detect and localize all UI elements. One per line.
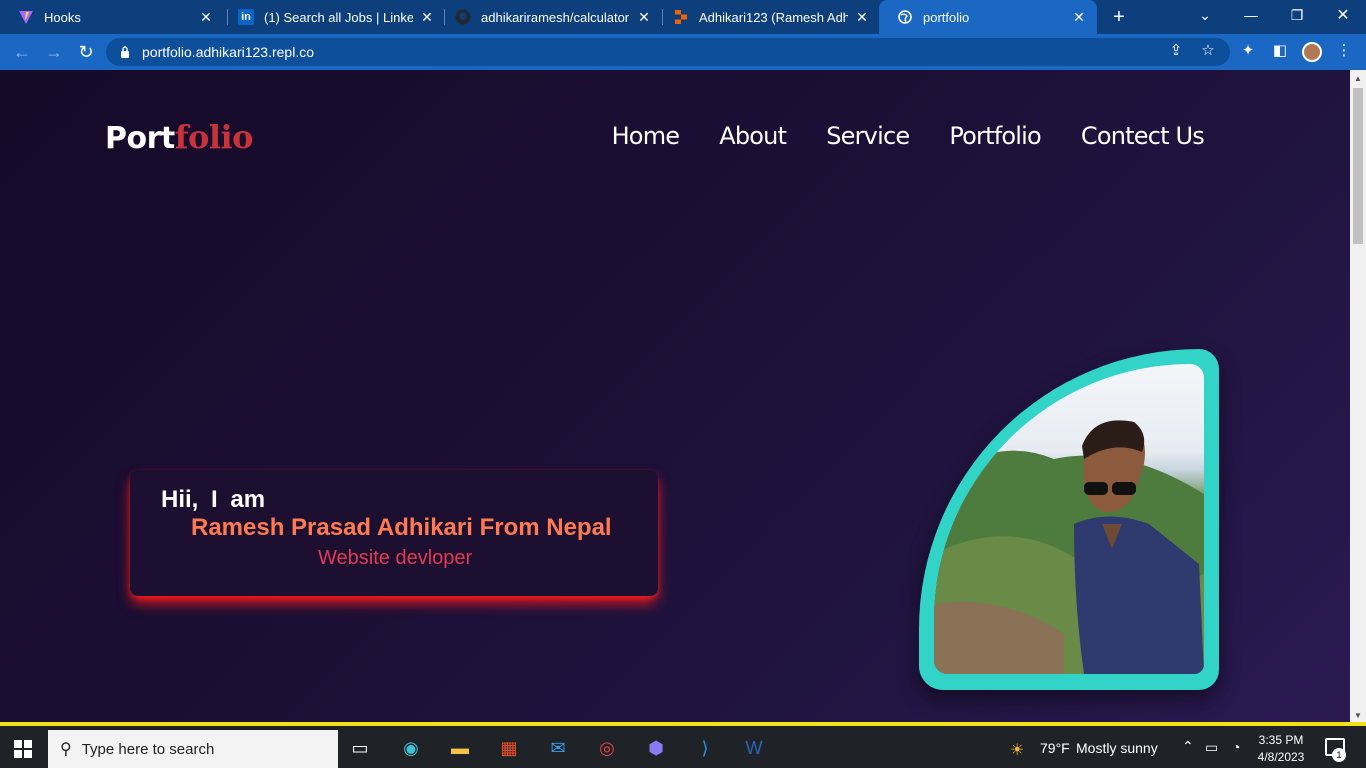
scroll-up-icon[interactable]: ▲ [1353,73,1363,83]
name-heading: Ramesh Prasad Adhikari From Nepal [191,514,612,541]
tab-title: Hooks [44,9,81,25]
taskbar-search-box[interactable]: ⚲ Type here to search [48,730,338,768]
close-window-icon[interactable]: ✕ [1320,0,1366,30]
minimize-icon[interactable]: — [1228,0,1274,30]
restore-icon[interactable]: ❐ [1274,0,1320,30]
globe-icon [897,9,913,25]
menu-kebab-icon[interactable]: ⋮ [1334,40,1354,60]
side-panel-icon[interactable]: ◧ [1270,40,1290,60]
tab-title: Adhikari123 (Ramesh Adhikari) [699,9,848,25]
notification-badge: 1 [1332,748,1346,762]
site-logo[interactable]: Portfolio [105,118,254,156]
github-icon [455,9,471,25]
tab-github[interactable]: adhikariramesh/calculator ✕ [437,0,662,34]
extensions-icon[interactable]: ✦ [1238,40,1258,60]
tray-chevron-icon[interactable]: ⌃ [1182,738,1194,755]
intro-card: Hii, I am Ramesh Prasad Adhikari From Ne… [130,470,658,596]
tab-title: adhikariramesh/calculator [481,9,630,25]
vscode-icon[interactable]: ⟩ [691,734,719,762]
profile-avatar[interactable] [1302,42,1322,62]
scroll-down-icon[interactable]: ▼ [1353,710,1363,720]
share-icon[interactable]: ⇪ [1166,40,1186,60]
close-tab-icon[interactable]: ✕ [854,9,870,25]
chrome-icon[interactable]: ◎ [593,734,621,762]
system-clock[interactable]: 3:35 PM 4/8/2023 [1250,732,1312,766]
weather-icon[interactable]: ☀ [1010,740,1024,760]
weather-temp[interactable]: 79°F [1040,740,1070,756]
tab-replit[interactable]: Adhikari123 (Ramesh Adhikari) ✕ [655,0,880,34]
task-view-icon[interactable]: ▭ [346,734,374,762]
search-icon: ⚲ [60,741,72,758]
url-text[interactable]: portfolio.adhikari123.repl.co [142,44,314,60]
new-tab-button[interactable]: + [1108,6,1130,28]
nav-portfolio[interactable]: Portfolio [949,122,1041,150]
clock-date: 4/8/2023 [1257,750,1305,764]
tab-hooks[interactable]: Hooks ✕ [0,0,224,34]
scrollbar-thumb[interactable] [1353,88,1363,244]
reload-icon[interactable]: ↻ [74,40,98,64]
role-text: Website devloper [318,547,473,569]
page-scrollbar[interactable]: ▲ ▼ [1350,70,1366,722]
logo-folio: folio [174,118,254,156]
address-bar[interactable]: portfolio.adhikari123.repl.co [106,38,1230,66]
nav-about[interactable]: About [719,122,787,150]
nav-contact[interactable]: Contect Us [1081,122,1205,150]
site-nav: Home About Service Portfolio Contect Us [612,122,1205,150]
wifi-icon[interactable]: ◔ [1232,739,1240,755]
profile-photo [934,364,1204,674]
close-tab-icon[interactable]: ✕ [1071,9,1087,25]
store-icon[interactable]: ▦ [495,734,523,762]
bookmark-star-icon[interactable]: ☆ [1198,40,1218,60]
close-tab-icon[interactable]: ✕ [419,9,435,25]
search-placeholder: Type here to search [81,740,215,758]
tab-linkedin[interactable]: in (1) Search all Jobs | LinkedIn ✕ [220,0,445,34]
tab-search-icon[interactable]: ⌄ [1182,0,1228,30]
word-icon[interactable]: W [740,734,768,762]
windows-start-icon[interactable] [14,740,32,758]
clock-time: 3:35 PM [1258,733,1304,747]
nav-home[interactable]: Home [612,122,680,150]
browser-tab-strip: Hooks ✕ in (1) Search all Jobs | LinkedI… [0,0,1366,34]
close-tab-icon[interactable]: ✕ [198,9,214,25]
logo-port: Port [105,121,175,156]
mail-icon[interactable]: ✉ [544,734,572,762]
browser-toolbar: ← → ↻ portfolio.adhikari123.repl.co ⇪ ☆ … [0,34,1366,70]
edge-icon[interactable]: ◉ [397,734,425,762]
copilot-icon[interactable]: ⬢ [642,734,670,762]
profile-photo-frame [919,349,1219,690]
tab-title: portfolio [923,9,970,25]
file-explorer-icon[interactable]: ▬ [446,734,474,762]
vite-icon [18,9,34,25]
back-icon[interactable]: ← [10,40,34,64]
greeting-text: Hii, I am [161,486,266,513]
forward-icon[interactable]: → [42,40,66,64]
replit-icon [673,9,689,25]
tab-portfolio[interactable]: portfolio ✕ [879,0,1097,34]
portfolio-page: Portfolio Home About Service Portfolio C… [0,70,1350,722]
weather-desc[interactable]: Mostly sunny [1076,740,1158,756]
battery-icon[interactable]: ▭ [1205,739,1218,756]
nav-service[interactable]: Service [826,122,910,150]
windows-taskbar: ⚲ Type here to search ▭ ◉ ▬ ▦ ✉ ◎ ⬢ ⟩ W … [0,722,1366,768]
linkedin-icon: in [238,9,254,25]
lock-icon[interactable] [120,46,130,58]
close-tab-icon[interactable]: ✕ [636,9,652,25]
tab-title: (1) Search all Jobs | LinkedIn [264,9,413,25]
